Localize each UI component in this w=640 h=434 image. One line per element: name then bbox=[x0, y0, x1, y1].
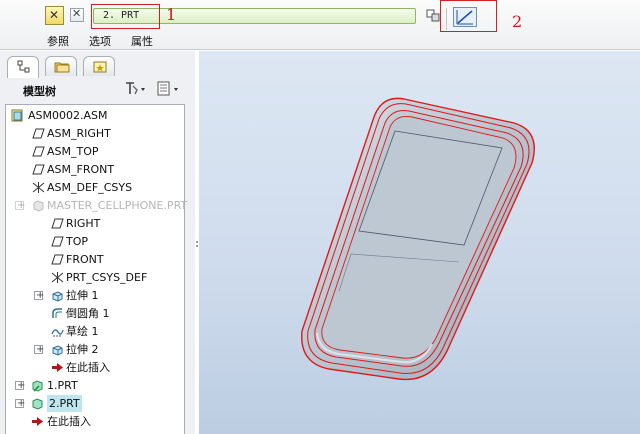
tree-item[interactable]: ASM_FRONT bbox=[6, 161, 184, 178]
model-tree: ASM0002.ASM ASM_RIGHT ASM_TOP ASM_FRONT … bbox=[5, 104, 187, 434]
expand-icon[interactable] bbox=[15, 377, 25, 394]
graphics-window[interactable] bbox=[199, 51, 640, 434]
tree-item[interactable]: ASM_DEF_CSYS bbox=[6, 179, 184, 196]
tree-item[interactable]: RIGHT bbox=[6, 215, 184, 232]
model-tree-icon bbox=[17, 60, 30, 73]
tree-item[interactable]: ASM_TOP bbox=[6, 143, 184, 160]
expand-icon[interactable] bbox=[15, 395, 25, 412]
datum-plane-icon bbox=[32, 164, 45, 175]
reference-collector-button[interactable] bbox=[45, 6, 64, 25]
cellphone-model[interactable] bbox=[199, 51, 640, 434]
tree-item[interactable]: 草绘 1 bbox=[6, 323, 184, 340]
tree-item[interactable]: 拉伸 2 bbox=[6, 341, 184, 358]
datum-plane-icon bbox=[51, 236, 64, 247]
datum-plane-icon bbox=[51, 254, 64, 265]
tree-item[interactable]: 拉伸 1 bbox=[6, 287, 184, 304]
favorites-icon bbox=[93, 61, 107, 73]
tree-item[interactable]: ASM_RIGHT bbox=[6, 125, 184, 142]
round-icon bbox=[52, 308, 62, 318]
annotation-label-2: 2 bbox=[512, 12, 523, 31]
sketch-icon bbox=[51, 329, 64, 337]
tree-item[interactable]: PRT_CSYS_DEF bbox=[6, 269, 184, 286]
tree-toolbar bbox=[126, 81, 178, 96]
tree-item[interactable]: 在此插入 bbox=[6, 413, 184, 430]
assembly-icon bbox=[11, 109, 23, 122]
navigator-panel: 模型树 ASM0002.ASM ASM_RIGHT ASM_TOP ASM_FR… bbox=[0, 51, 195, 434]
tree-item[interactable]: 倒圆角 1 bbox=[6, 305, 184, 322]
expand-icon[interactable] bbox=[34, 287, 44, 304]
csys-icon bbox=[32, 182, 45, 193]
tree-item[interactable]: 1.PRT bbox=[6, 377, 184, 394]
tree-item[interactable]: 2.PRT bbox=[6, 395, 184, 412]
part-icon bbox=[32, 380, 43, 392]
part-icon bbox=[32, 398, 43, 410]
insert-arrow-icon bbox=[52, 363, 63, 372]
extrude-icon bbox=[52, 291, 63, 302]
annotation-label-1: 1 bbox=[166, 5, 177, 24]
insert-arrow-icon bbox=[32, 417, 43, 426]
annotation-box-2 bbox=[440, 0, 497, 32]
model-tree-tab[interactable] bbox=[7, 56, 39, 78]
extrude-icon bbox=[52, 345, 63, 356]
datum-plane-icon bbox=[32, 146, 45, 157]
settings-icon[interactable] bbox=[126, 82, 145, 95]
favorites-tab[interactable] bbox=[83, 56, 115, 76]
csys-icon bbox=[51, 272, 64, 283]
expand-icon[interactable] bbox=[34, 341, 44, 358]
datum-plane-icon bbox=[51, 218, 64, 229]
dashboard: 2. PRT 1 2 参照 选项 属性 bbox=[0, 0, 640, 50]
remove-reference-button[interactable] bbox=[70, 7, 84, 22]
tab-properties[interactable]: 属性 bbox=[131, 33, 153, 49]
show-icon[interactable] bbox=[157, 81, 178, 96]
tree-item[interactable]: TOP bbox=[6, 233, 184, 250]
part-icon bbox=[33, 200, 44, 212]
tab-references[interactable]: 参照 bbox=[47, 33, 69, 49]
model-tree-title: 模型树 bbox=[23, 85, 56, 98]
tree-item[interactable]: MASTER_CELLPHONE.PRT bbox=[6, 197, 187, 214]
folder-icon bbox=[54, 62, 70, 73]
tree-item[interactable]: ASM0002.ASM bbox=[6, 107, 184, 124]
expand-icon[interactable] bbox=[15, 197, 25, 214]
datum-plane-icon bbox=[32, 128, 45, 139]
annotation-box-1 bbox=[91, 4, 160, 29]
tab-options[interactable]: 选项 bbox=[89, 33, 111, 49]
tree-item[interactable]: 在此插入 bbox=[6, 359, 184, 376]
folder-browser-tab[interactable] bbox=[45, 56, 77, 76]
tree-item[interactable]: FRONT bbox=[6, 251, 184, 268]
component-icon[interactable] bbox=[426, 8, 440, 22]
